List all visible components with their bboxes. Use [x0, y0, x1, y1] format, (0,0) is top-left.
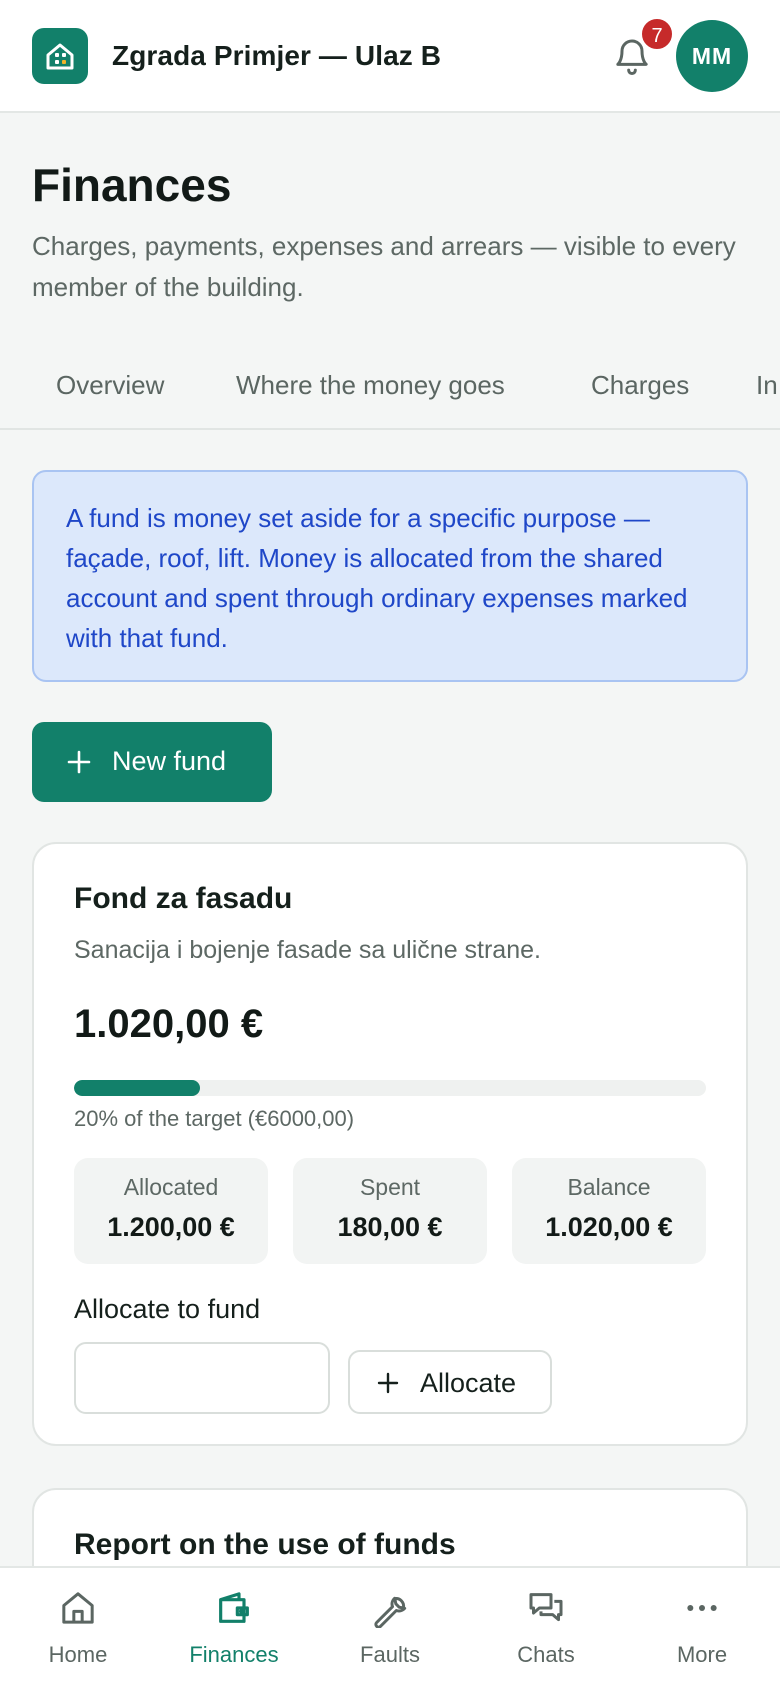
page-subtitle: Charges, payments, expenses and arrears … — [32, 231, 736, 302]
new-fund-button[interactable]: New fund — [32, 722, 272, 802]
app-root: Zgrada Primjer — Ulaz B 7 MM Finances Ch… — [0, 0, 780, 1688]
stat-spent: Spent 180,00 € — [293, 1158, 487, 1264]
nav-chats-label: Chats — [517, 1642, 575, 1667]
nav-chats[interactable]: Chats — [468, 1568, 624, 1688]
nav-more[interactable]: More — [624, 1568, 780, 1688]
nav-finances[interactable]: Finances — [156, 1568, 312, 1688]
stat-allocated-value: 1.200,00 € — [107, 1212, 235, 1242]
nav-faults-label: Faults — [360, 1642, 420, 1667]
tab-where-the-money-goes[interactable]: Where the money goes — [236, 370, 505, 401]
stat-balance-value: 1.020,00 € — [545, 1212, 673, 1242]
user-avatar[interactable]: MM — [676, 20, 748, 92]
allocate-button-label: Allocate — [420, 1368, 517, 1398]
nav-faults[interactable]: Faults — [312, 1568, 468, 1688]
fund-card: Fond za fasadu Sanacija i bojenje fasade… — [32, 842, 748, 1446]
finance-tabs: Overview Where the money goes Charges In — [0, 350, 780, 430]
nav-finances-label: Finances — [189, 1642, 279, 1667]
chat-icon — [529, 1593, 563, 1622]
building-title: Zgrada Primjer — Ulaz B — [112, 40, 442, 71]
fund-description: Sanacija i bojenje fasade sa ulične stra… — [74, 936, 541, 964]
allocate-amount-input[interactable] — [74, 1342, 330, 1414]
bottom-navigation: Home Finances Faults Chats More — [0, 1566, 780, 1688]
fund-name: Fond za fasadu — [74, 882, 293, 915]
page-title: Finances — [32, 159, 232, 211]
stat-spent-value: 180,00 € — [337, 1212, 443, 1242]
building-logo-icon[interactable] — [32, 28, 88, 84]
wallet-icon — [219, 1592, 249, 1623]
allocate-to-fund-label: Allocate to fund — [74, 1294, 261, 1324]
fund-progress-fill — [74, 1080, 201, 1096]
tab-in-truncated[interactable]: In — [756, 370, 778, 401]
plus-icon — [67, 750, 91, 774]
new-fund-label: New fund — [112, 746, 227, 776]
notification-count-badge: 7 — [640, 17, 674, 51]
fund-progress-bar — [74, 1080, 706, 1096]
nav-home[interactable]: Home — [0, 1568, 156, 1688]
nav-home-label: Home — [48, 1642, 108, 1667]
plus-icon — [377, 1372, 399, 1394]
tab-charges[interactable]: Charges — [591, 370, 689, 401]
stat-balance-label: Balance — [567, 1174, 651, 1200]
fund-progress-text: 20% of the target (€6000,00) — [74, 1106, 355, 1131]
allocate-button[interactable]: Allocate — [348, 1350, 552, 1414]
tab-overview[interactable]: Overview — [56, 370, 164, 401]
stat-allocated-label: Allocated — [123, 1174, 219, 1200]
more-icon — [687, 1605, 717, 1611]
funds-info-box: A fund is money set aside for a specific… — [32, 470, 748, 682]
nav-more-label: More — [676, 1642, 728, 1667]
home-icon — [62, 1592, 94, 1624]
stat-allocated: Allocated 1.200,00 € — [74, 1158, 268, 1264]
stat-spent-label: Spent — [359, 1174, 421, 1200]
funds-report-title: Report on the use of funds — [74, 1528, 456, 1561]
fund-balance-amount: 1.020,00 € — [74, 1002, 264, 1046]
wrench-icon — [374, 1596, 407, 1628]
stat-balance: Balance 1.020,00 € — [512, 1158, 706, 1264]
top-bar: Zgrada Primjer — Ulaz B 7 MM — [0, 0, 780, 113]
funds-info-text: A fund is money set aside for a specific… — [66, 503, 688, 653]
